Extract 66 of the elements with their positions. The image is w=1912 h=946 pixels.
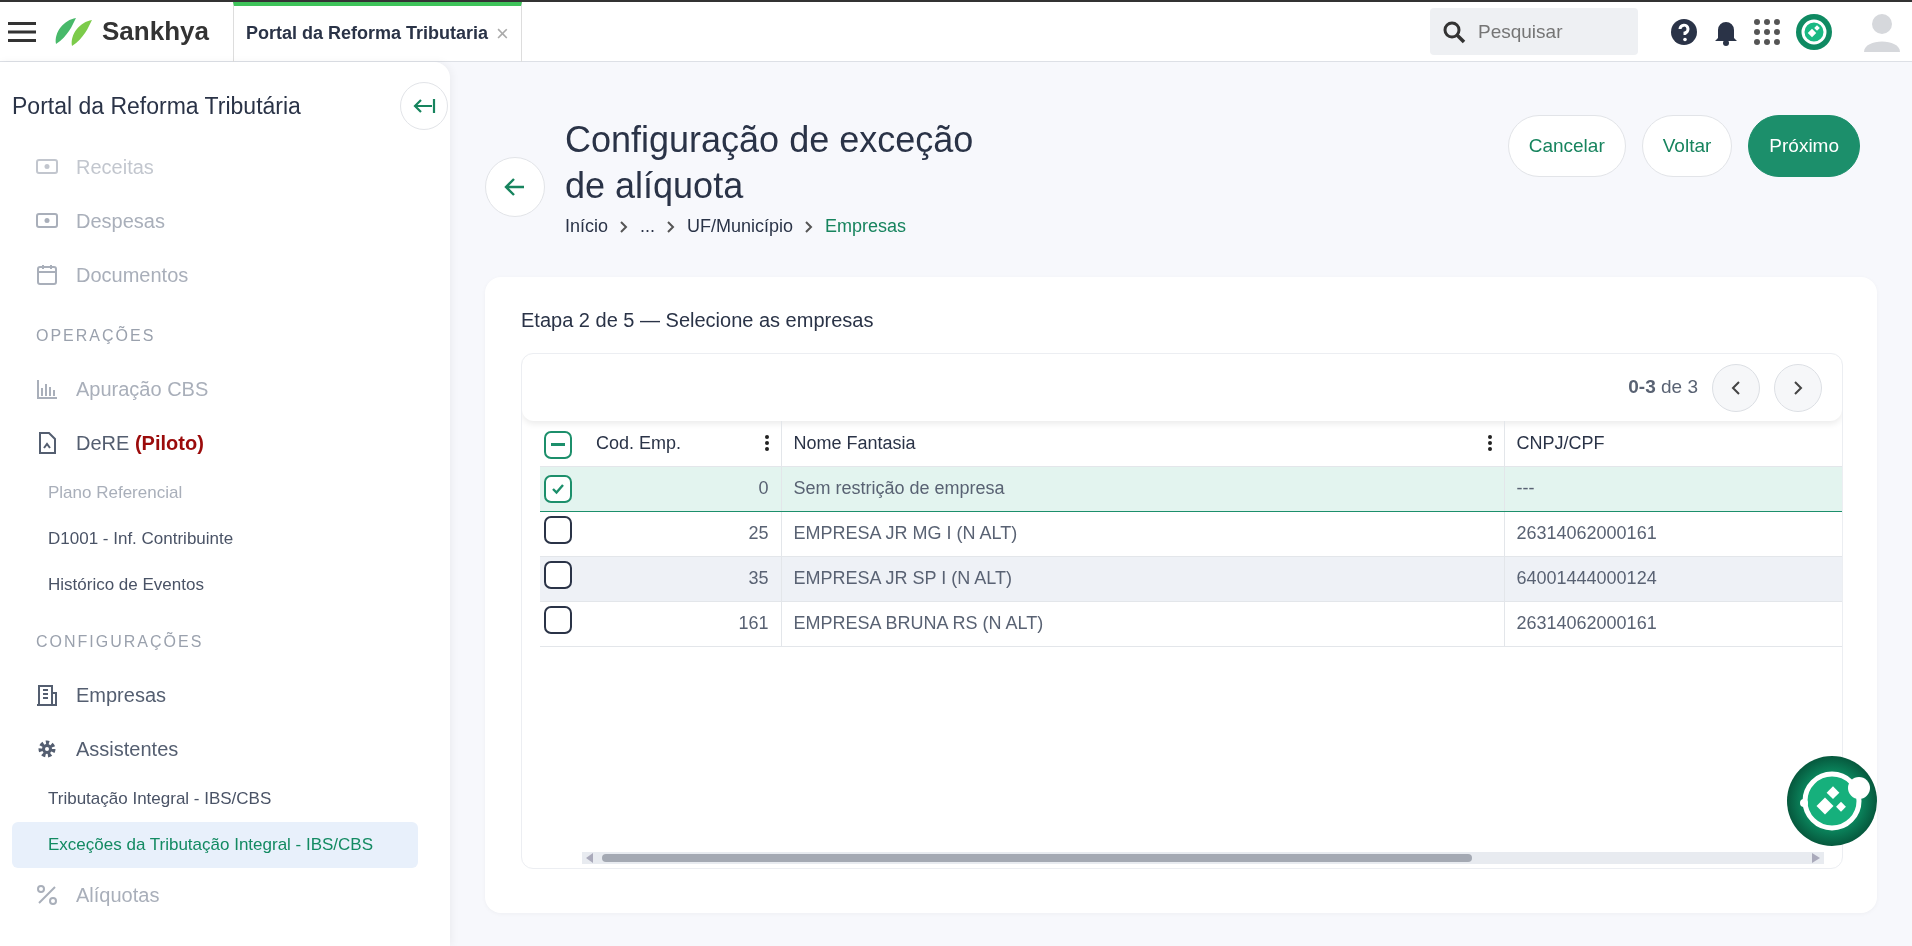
document-icon bbox=[36, 432, 58, 454]
collapse-icon bbox=[412, 98, 436, 114]
breadcrumb-link[interactable]: UF/Município bbox=[687, 213, 794, 240]
column-menu-icon[interactable] bbox=[1487, 435, 1492, 452]
action-button[interactable]: Cancelar bbox=[1507, 115, 1626, 177]
table-cell: Sem restrição de empresa bbox=[781, 466, 1504, 511]
nav-item[interactable]: Assistentes bbox=[76, 734, 179, 764]
sidebar-title: Portal da Reforma Tributária bbox=[12, 91, 301, 121]
nav-item[interactable]: Empresas bbox=[76, 680, 167, 710]
nav-subitem[interactable]: Tributação Integral - IBS/CBS bbox=[12, 776, 418, 822]
table-cell: 25 bbox=[584, 511, 781, 556]
settings-icon bbox=[36, 738, 58, 760]
page-range: 0-3 de 3 bbox=[1628, 375, 1698, 400]
nav-subitem[interactable]: Exceções da Tributação Integral - IBS/CBS bbox=[12, 822, 418, 868]
back-arrow-icon bbox=[504, 177, 526, 197]
check-icon bbox=[551, 482, 565, 495]
checkbox[interactable] bbox=[544, 515, 572, 544]
table-cell: 64001444000124 bbox=[1504, 556, 1842, 601]
minus-icon bbox=[551, 442, 565, 447]
chevron-left-icon bbox=[1731, 379, 1741, 396]
checkbox[interactable] bbox=[544, 430, 572, 459]
table-cell: EMPRESA JR SP I (N ALT) bbox=[781, 556, 1504, 601]
table-cell: 26314062000161 bbox=[1504, 601, 1842, 646]
page-title: Configuração de exceção de alíquota bbox=[565, 118, 975, 208]
column-menu-icon[interactable] bbox=[764, 435, 769, 452]
section-heading: CONFIGURAÇÕES bbox=[35, 631, 205, 652]
apps-icon[interactable] bbox=[1754, 18, 1780, 45]
building-icon bbox=[36, 684, 58, 706]
action-button[interactable]: Voltar bbox=[1641, 115, 1733, 177]
chevron-right-icon bbox=[1793, 379, 1803, 396]
calendar-icon bbox=[36, 264, 58, 286]
search-icon bbox=[1442, 20, 1466, 44]
section-heading: OPERAÇÕES bbox=[35, 325, 157, 346]
breadcrumb-current[interactable]: Empresas bbox=[825, 213, 907, 240]
bar-chart-icon bbox=[36, 378, 58, 400]
column-header[interactable]: Nome Fantasia bbox=[793, 429, 916, 457]
table-cell: 161 bbox=[584, 601, 781, 646]
collapse-button[interactable] bbox=[400, 82, 448, 130]
checkbox[interactable] bbox=[544, 605, 572, 634]
table-cell: 26314062000161 bbox=[1504, 511, 1842, 556]
checkbox[interactable] bbox=[544, 560, 572, 589]
menu-icon[interactable] bbox=[8, 20, 36, 43]
assistant-icon[interactable] bbox=[1796, 13, 1832, 50]
column-header[interactable]: CNPJ/CPF bbox=[1516, 429, 1605, 457]
chevron-right-icon bbox=[805, 220, 814, 233]
nav-item[interactable]: DeRE (Piloto) bbox=[76, 428, 204, 458]
chevron-right-icon bbox=[620, 220, 629, 233]
chevron-right-icon bbox=[667, 220, 676, 233]
table-cell: 35 bbox=[584, 556, 781, 601]
checkbox[interactable] bbox=[544, 474, 572, 503]
brand-name: Sankhya bbox=[102, 15, 209, 48]
next-button[interactable]: Próximo bbox=[1748, 115, 1860, 177]
assistant-button[interactable] bbox=[1787, 756, 1877, 846]
breadcrumb-link[interactable]: Início bbox=[565, 213, 609, 240]
search-field[interactable]: Pesquisar bbox=[1430, 8, 1638, 55]
nav-subitem[interactable]: D1001 - Inf. Contribuinte bbox=[12, 516, 418, 562]
column-header[interactable]: Cod. Emp. bbox=[596, 429, 682, 457]
table-cell: --- bbox=[1504, 466, 1842, 511]
step-title: Etapa 2 de 5 — Selecione as empresas bbox=[521, 308, 875, 333]
help-icon[interactable] bbox=[1670, 17, 1698, 46]
table-cell: EMPRESA BRUNA RS (N ALT) bbox=[781, 601, 1504, 646]
table-cell: EMPRESA JR MG I (N ALT) bbox=[781, 511, 1504, 556]
nav-subitem[interactable]: Histórico de Eventos bbox=[12, 562, 418, 608]
breadcrumb-link[interactable]: ... bbox=[640, 213, 656, 240]
percent-icon bbox=[36, 884, 58, 906]
table-cell: 0 bbox=[584, 466, 781, 511]
